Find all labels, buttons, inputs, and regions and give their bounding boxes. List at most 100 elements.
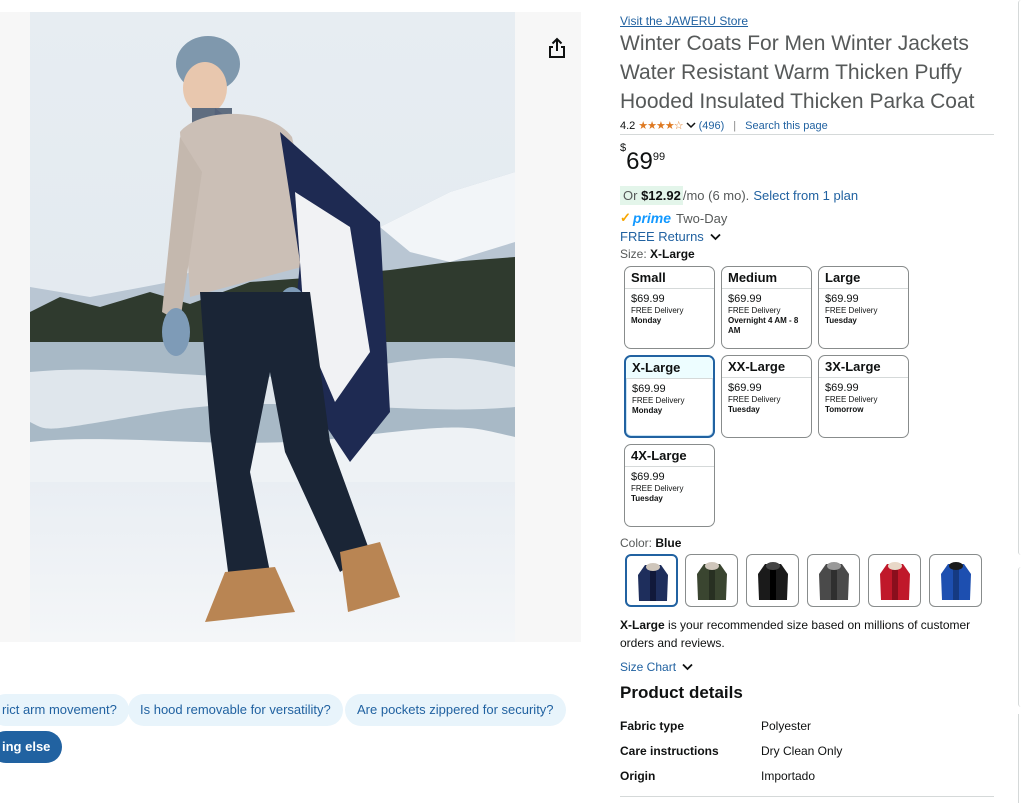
size-option-large[interactable]: Large $69.99 FREE Delivery Tuesday: [818, 266, 909, 349]
prime-delivery: ✓ prime Two-Day: [620, 210, 727, 226]
size-name: Large: [819, 267, 908, 289]
color-label-text: Color:: [620, 536, 653, 550]
question-chip-arm-movement[interactable]: rict arm movement?: [0, 694, 129, 726]
free-returns-link[interactable]: FREE Returns: [620, 229, 722, 244]
size-delivery: FREE Delivery: [632, 396, 685, 405]
color-swatch-army-green[interactable]: [685, 554, 738, 607]
size-delivery-day: Overnight 4 AM - 8 AM: [728, 316, 799, 335]
size-option-4x-large[interactable]: 4X-Large $69.99 FREE Delivery Tuesday: [624, 444, 715, 527]
installment-or: Or: [623, 188, 638, 203]
size-name: 4X-Large: [625, 445, 714, 467]
size-delivery-day: Tomorrow: [825, 405, 864, 414]
question-chip-pockets-zippered[interactable]: Are pockets zippered for security?: [345, 694, 566, 726]
divider: [620, 796, 994, 797]
price-whole: 69: [626, 148, 653, 175]
size-option-x-large[interactable]: X-Large $69.99 FREE Delivery Monday: [624, 355, 715, 438]
prime-logo: prime: [632, 210, 672, 226]
color-label: Color: Blue: [620, 536, 681, 550]
search-this-page-link[interactable]: Search this page: [745, 120, 828, 132]
color-swatch-red[interactable]: [868, 554, 921, 607]
rating-row: 4.2 ★★★★☆ (496) | Search this page: [620, 119, 828, 133]
color-swatch-black[interactable]: [746, 554, 799, 607]
selected-color: Blue: [655, 536, 682, 550]
question-chip-hood-removable[interactable]: Is hood removable for versatility?: [128, 694, 343, 726]
size-name: 3X-Large: [819, 356, 908, 378]
size-delivery: FREE Delivery: [631, 306, 684, 315]
chevron-down-icon: [710, 229, 722, 244]
price-cents: 99: [652, 151, 666, 163]
installment-amount: $12.92: [641, 188, 681, 203]
product-title: Winter Coats For Men Winter Jackets Wate…: [620, 32, 975, 113]
jacket-thumbnail-icon: [697, 562, 727, 600]
chevron-down-icon[interactable]: [686, 120, 696, 132]
divider: |: [733, 119, 737, 132]
detail-row: Care instructions Dry Clean Only: [620, 744, 842, 758]
share-icon[interactable]: [545, 36, 569, 60]
size-label-text: Size:: [620, 247, 647, 261]
size-name: Medium: [722, 267, 811, 289]
size-price: $69.99: [825, 382, 859, 394]
size-price: $69.99: [632, 383, 666, 395]
price-currency: $: [620, 142, 627, 154]
side-panel-edge: [1018, 714, 1024, 803]
size-chart-link[interactable]: Size Chart: [620, 660, 694, 674]
size-price: $69.99: [728, 293, 762, 305]
color-swatch-blue-navy[interactable]: [625, 554, 678, 607]
recommendation-text: is your recommended size based on millio…: [620, 618, 971, 650]
rating-value: 4.2: [620, 119, 636, 132]
selected-size: X-Large: [650, 247, 695, 261]
size-delivery-day: Tuesday: [631, 494, 663, 503]
size-chart-label: Size Chart: [620, 660, 677, 674]
size-delivery: FREE Delivery: [825, 395, 878, 404]
recommended-size: X-Large: [620, 618, 665, 632]
size-price: $69.99: [825, 293, 859, 305]
size-name: XX-Large: [722, 356, 811, 378]
size-delivery: FREE Delivery: [631, 484, 684, 493]
detail-value: Dry Clean Only: [761, 744, 843, 758]
detail-row: Fabric type Polyester: [620, 719, 811, 733]
installment-period: /mo (6 mo).: [682, 188, 750, 203]
detail-key: Care instructions: [620, 744, 719, 758]
jacket-thumbnail-icon: [758, 562, 788, 600]
size-recommendation: X-Large is your recommended size based o…: [620, 616, 995, 652]
color-swatch-grey[interactable]: [807, 554, 860, 607]
size-delivery-day: Monday: [631, 316, 662, 325]
store-link[interactable]: Visit the JAWERU Store: [620, 14, 748, 28]
side-panel-edge: [1018, 0, 1024, 555]
prime-speed: Two-Day: [676, 210, 728, 226]
side-panel-edge: [1018, 567, 1024, 707]
size-delivery: FREE Delivery: [825, 306, 878, 315]
detail-key: Origin: [620, 769, 656, 783]
size-price: $69.99: [631, 471, 665, 483]
select-plan-link[interactable]: Select from 1 plan: [753, 188, 858, 203]
size-delivery-day: Tuesday: [825, 316, 857, 325]
free-returns-label: FREE Returns: [620, 229, 704, 244]
size-option-xx-large[interactable]: XX-Large $69.99 FREE Delivery Tuesday: [721, 355, 812, 438]
divider: [620, 134, 994, 135]
ask-something-else-chip[interactable]: ing else: [0, 731, 63, 763]
size-price: $69.99: [631, 293, 665, 305]
size-price: $69.99: [728, 382, 762, 394]
price: $6999: [620, 142, 666, 176]
detail-row: Origin Importado: [620, 769, 815, 783]
detail-value: Polyester: [761, 719, 812, 733]
jacket-thumbnail-icon: [941, 562, 971, 600]
product-details-heading: Product details: [620, 683, 743, 702]
jacket-thumbnail-icon: [880, 562, 910, 600]
ratings-count-link[interactable]: (496): [699, 120, 725, 132]
size-delivery-day: Monday: [632, 406, 663, 415]
size-label: Size: X-Large: [620, 247, 695, 261]
installment-highlight: Or $12.92: [620, 186, 683, 205]
product-photo-illustration: [30, 12, 515, 642]
product-photo[interactable]: [30, 12, 515, 642]
size-option-3x-large[interactable]: 3X-Large $69.99 FREE Delivery Tomorrow: [818, 355, 909, 438]
size-name: Small: [625, 267, 714, 289]
size-option-small[interactable]: Small $69.99 FREE Delivery Monday: [624, 266, 715, 349]
detail-key: Fabric type: [620, 719, 685, 733]
installment-offer: Or $12.92/mo (6 mo). Select from 1 plan: [620, 186, 858, 205]
rating-stars-icon[interactable]: ★★★★☆: [638, 119, 683, 132]
product-image-panel: [0, 12, 581, 642]
size-name: X-Large: [626, 357, 713, 379]
color-swatch-royal-blue[interactable]: [929, 554, 982, 607]
size-option-medium[interactable]: Medium $69.99 FREE Delivery Overnight 4 …: [721, 266, 812, 349]
